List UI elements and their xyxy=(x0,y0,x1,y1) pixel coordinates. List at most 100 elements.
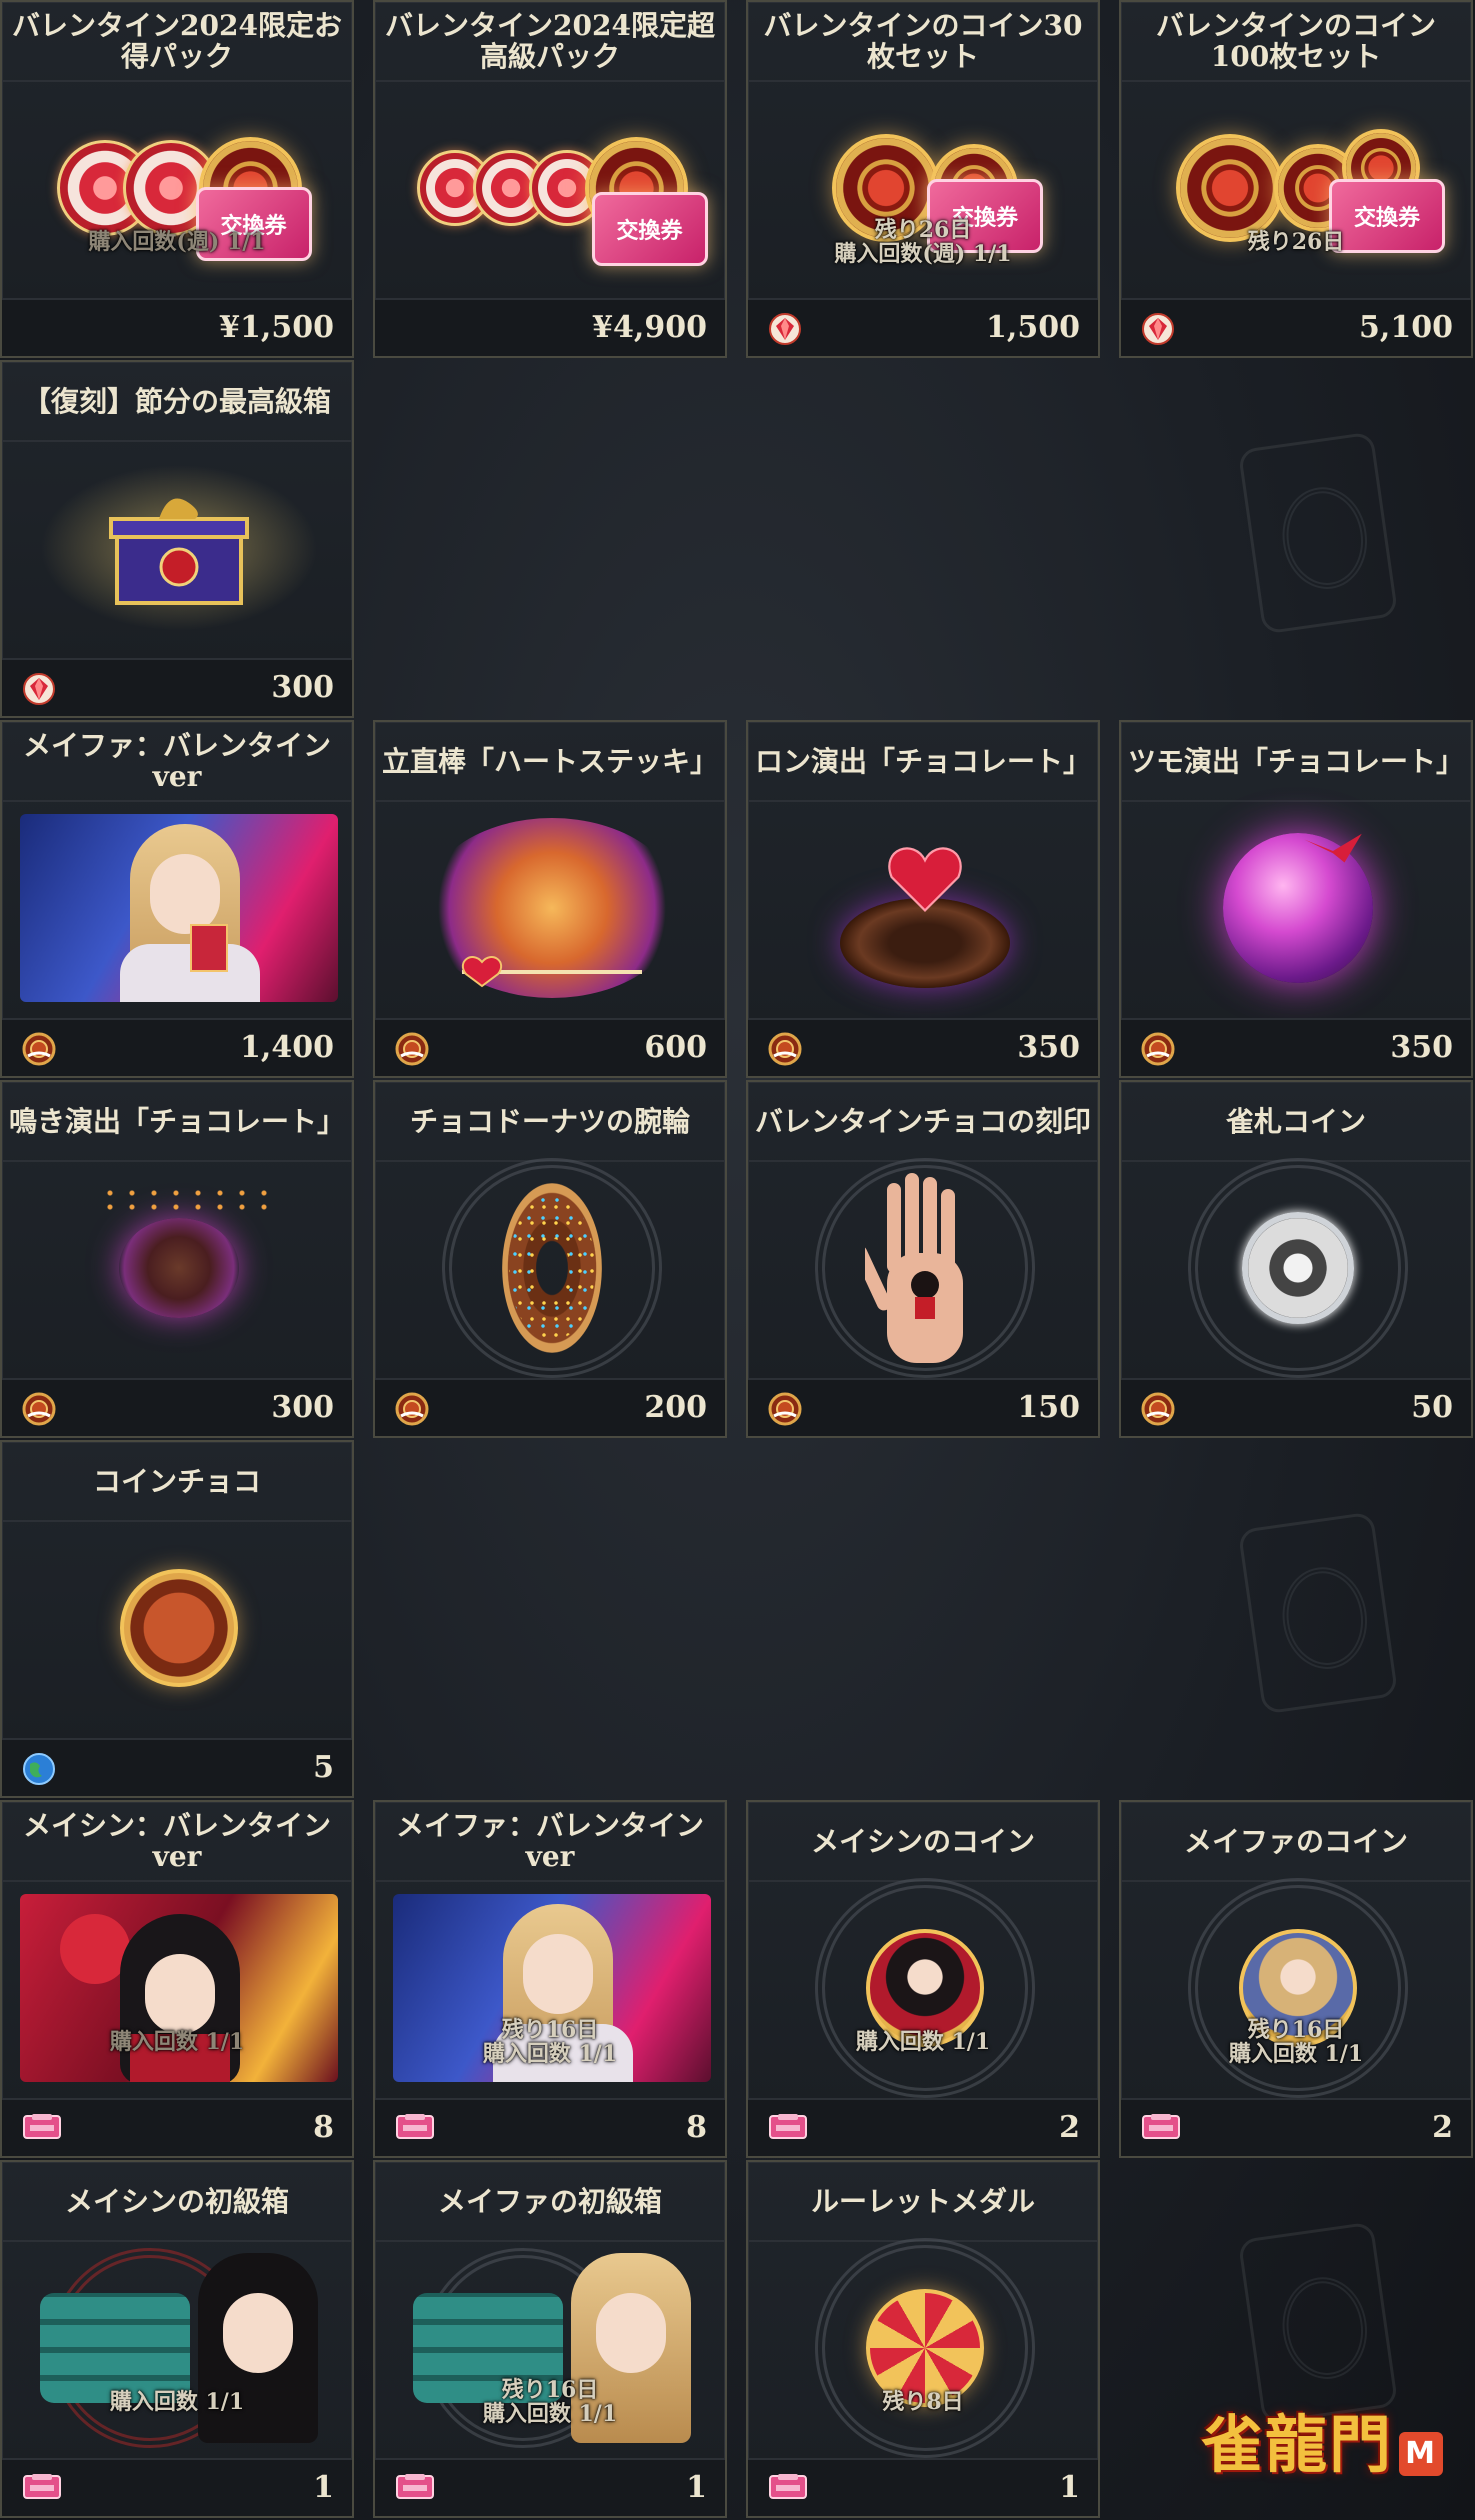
item-info: 残り16日 購入回数 1/1 xyxy=(375,2018,725,2066)
item-title: バレンタインのコイン30枚セット xyxy=(748,2,1098,82)
item-title: 立直棒「ハートステッキ」 xyxy=(375,722,725,802)
item-price: 350 xyxy=(1390,1030,1453,1065)
gem-icon xyxy=(22,672,56,706)
item-price: 1 xyxy=(1059,2470,1080,2505)
valentine-coin-icon xyxy=(22,1032,56,1066)
choco-stamp-art xyxy=(775,1158,1075,1378)
price-bar: ¥1,500 xyxy=(2,298,352,356)
shop-item-card[interactable]: メイシン：バレンタインver 購入回数 1/1 8 xyxy=(0,1800,354,2158)
shop-item-card[interactable]: 鳴き演出「チョコレート」 300 xyxy=(0,1080,354,1438)
price-bar: 2 xyxy=(748,2098,1098,2156)
item-title: バレンタインのコイン100枚セット xyxy=(1121,2,1471,82)
price-bar: 50 xyxy=(1121,1378,1471,1436)
price-bar: 300 xyxy=(2,658,352,716)
item-price: 1,400 xyxy=(240,1030,334,1065)
shop-item-card[interactable]: メイファ：バレンタインver 残り16日 購入回数 1/1 8 xyxy=(373,1800,727,2158)
shop-item-card[interactable]: バレンタイン2024限定お得パック 交換券 購入回数(週) 1/1 ¥1,500 xyxy=(0,0,354,358)
shop-item-card[interactable]: メイファのコイン 残り16日 購入回数 1/1 2 xyxy=(1119,1800,1473,2158)
shop-item-card[interactable]: コインチョコ 5 xyxy=(0,1440,354,1798)
donut-bracelet-art xyxy=(402,1158,702,1378)
item-image xyxy=(20,1174,338,1362)
price-bar: 200 xyxy=(375,1378,725,1436)
item-info: 残り26日 xyxy=(1121,230,1471,254)
shop-item-card[interactable]: メイファ：バレンタインver 1,400 xyxy=(0,720,354,1078)
valentine-coin-icon xyxy=(1141,1032,1175,1066)
gem-icon xyxy=(768,312,802,346)
item-price: 600 xyxy=(644,1030,707,1065)
exchange-ticket-icon xyxy=(22,2112,61,2146)
shop-item-card[interactable]: 【復刻】節分の最高級箱 300 xyxy=(0,360,354,718)
item-info-line: 購入回数(週) 1/1 xyxy=(834,241,1012,267)
item-image xyxy=(393,1158,711,1378)
shop-item-card[interactable]: メイファの初級箱 残り16日 購入回数 1/1 1 xyxy=(373,2160,727,2518)
coin-set-art: 交換券 xyxy=(1176,129,1445,253)
item-title: メイシンのコイン xyxy=(748,1802,1098,1882)
item-price: 5,100 xyxy=(1359,310,1453,345)
item-info-line: 残り16日 xyxy=(1247,2017,1345,2043)
item-info-line: 残り16日 xyxy=(501,2017,599,2043)
item-info: 残り8日 xyxy=(748,2390,1098,2414)
item-info: 残り16日 購入回数 1/1 xyxy=(375,2378,725,2426)
globe-icon xyxy=(22,1752,56,1786)
item-price: 1,500 xyxy=(986,310,1080,345)
logo-text: 雀龍門 xyxy=(1200,2408,1393,2481)
item-title: メイシンの初級箱 xyxy=(2,2162,352,2242)
item-price: ¥1,500 xyxy=(219,310,334,345)
item-info-line: 購入回数 1/1 xyxy=(109,2029,245,2055)
shop-item-card[interactable]: ツモ演出「チョコレート」 350 xyxy=(1119,720,1473,1078)
item-image xyxy=(393,814,711,1002)
valentine-coin-icon xyxy=(768,1392,802,1426)
shop-item-card[interactable]: ルーレットメダル残り8日 1 xyxy=(746,2160,1100,2518)
shop-item-card[interactable]: チョコドーナツの腕輪 200 xyxy=(373,1080,727,1438)
valentine-coin-icon xyxy=(395,1392,429,1426)
item-title: メイファ：バレンタインver xyxy=(375,1802,725,1882)
item-title: ツモ演出「チョコレート」 xyxy=(1121,722,1471,802)
item-info-line: 残り26日 xyxy=(1247,229,1345,255)
shop-item-card[interactable]: バレンタイン2024限定超高級パック交換券 ¥4,900 xyxy=(373,0,727,358)
item-image: 交換券 xyxy=(393,94,711,282)
item-price: 300 xyxy=(271,1390,334,1425)
exchange-ticket-icon xyxy=(22,2472,61,2506)
item-price: ¥4,900 xyxy=(592,310,707,345)
price-bar: 600 xyxy=(375,1018,725,1076)
item-image xyxy=(20,1534,338,1722)
item-info: 購入回数(週) 1/1 xyxy=(2,230,352,254)
ron-effect-art xyxy=(775,818,1075,998)
shop-item-card[interactable]: 立直棒「ハートステッキ」 600 xyxy=(373,720,727,1078)
item-info-line: 購入回数 1/1 xyxy=(482,2401,618,2427)
item-title: チョコドーナツの腕輪 xyxy=(375,1082,725,1162)
shop-item-card[interactable]: メイシンの初級箱購入回数 1/1 1 xyxy=(0,2160,354,2518)
item-info-line: 残り8日 xyxy=(882,2389,964,2415)
tsumo-effect-art xyxy=(1148,818,1448,998)
price-bar: 350 xyxy=(1121,1018,1471,1076)
item-title: ルーレットメダル xyxy=(748,2162,1098,2242)
item-image xyxy=(1139,1158,1457,1378)
item-info-line: 購入回数(週) 1/1 xyxy=(88,229,266,255)
item-title: バレンタイン2024限定超高級パック xyxy=(375,2,725,82)
price-bar: 1 xyxy=(2,2458,352,2516)
price-bar: 1,500 xyxy=(748,298,1098,356)
item-price: 350 xyxy=(1017,1030,1080,1065)
naki-effect-art xyxy=(29,1178,329,1358)
exchange-ticket-icon xyxy=(395,2112,434,2146)
item-image xyxy=(20,814,338,1002)
item-title: バレンタイン2024限定お得パック xyxy=(2,2,352,82)
item-title: バレンタインチョコの刻印 xyxy=(748,1082,1098,1162)
price-bar: 2 xyxy=(1121,2098,1471,2156)
shop-item-card[interactable]: バレンタインチョコの刻印 150 xyxy=(746,1080,1100,1438)
exchange-ticket-icon xyxy=(1141,2112,1180,2146)
item-info-line: 購入回数 1/1 xyxy=(1228,2041,1364,2067)
shop-item-card[interactable]: バレンタインのコイン100枚セット交換券 残り26日 5,100 xyxy=(1119,0,1473,358)
item-info-line: 残り16日 xyxy=(501,2377,599,2403)
price-bar: 8 xyxy=(375,2098,725,2156)
shop-item-card[interactable]: 雀札コイン 50 xyxy=(1119,1080,1473,1438)
shop-item-grid: バレンタイン2024限定お得パック 交換券 購入回数(週) 1/1 ¥1,500 バレン… xyxy=(0,0,1475,2520)
shop-item-card[interactable]: ロン演出「チョコレート」 350 xyxy=(746,720,1100,1078)
item-price: 50 xyxy=(1411,1390,1453,1425)
price-bar: 5,100 xyxy=(1121,298,1471,356)
shop-item-card[interactable]: メイシンのコイン 購入回数 1/1 2 xyxy=(746,1800,1100,2158)
item-title: 【復刻】節分の最高級箱 xyxy=(2,362,352,442)
shop-item-card[interactable]: バレンタインのコイン30枚セット 交換券 残り26日 購入回数(週) 1/1 1,500 xyxy=(746,0,1100,358)
item-info-line: 購入回数 1/1 xyxy=(109,2389,245,2415)
item-title: メイファの初級箱 xyxy=(375,2162,725,2242)
